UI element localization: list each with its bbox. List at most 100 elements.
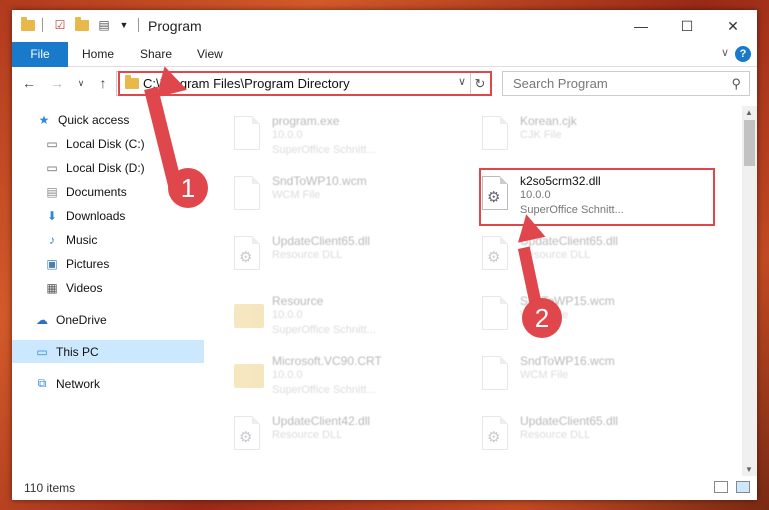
dll-icon: ⚙ xyxy=(482,416,510,452)
star-icon: ★ xyxy=(38,112,50,127)
explorer-window: ☑ ▤ ▼ Program — ☐ ✕ File Home Share View… xyxy=(12,10,757,500)
file-company: SuperOffice Schnitt... xyxy=(272,384,376,396)
search-input[interactable]: Search Program ⚲ xyxy=(502,71,750,96)
download-icon: ⬇ xyxy=(46,208,58,223)
file-type: WCM File xyxy=(520,369,569,381)
sidebar-item-label: Videos xyxy=(66,280,103,295)
tab-home[interactable]: Home xyxy=(68,42,128,66)
list-item[interactable]: Korean.cjk CJK File xyxy=(460,110,700,162)
sidebar-item-label: Quick access xyxy=(58,112,130,127)
list-item[interactable]: Resource 10.0.0 SuperOffice Schnitt... xyxy=(212,290,452,342)
details-view-icon[interactable] xyxy=(714,481,728,493)
sidebar-item-network[interactable]: ⧉ Network xyxy=(12,372,226,395)
divider xyxy=(138,18,139,32)
file-name: SndToWP16.wcm xyxy=(520,354,615,368)
folder-icon xyxy=(234,296,264,332)
scroll-down-icon[interactable]: ▼ xyxy=(745,465,753,474)
sidebar-item-label: Music xyxy=(66,232,98,247)
dll-icon: ⚙ xyxy=(234,416,262,452)
list-item[interactable]: ⚙ UpdateClient65.dll Resource DLL xyxy=(212,230,452,282)
file-icon xyxy=(482,356,510,392)
file-type: WCM File xyxy=(272,189,321,201)
new-folder-icon[interactable] xyxy=(74,16,90,33)
file-type: Resource DLL xyxy=(272,249,343,261)
minimize-button[interactable]: — xyxy=(618,10,664,42)
gear-icon: ⚙ xyxy=(239,429,253,446)
computer-icon: ▭ xyxy=(36,344,48,359)
sidebar-item-music[interactable]: ♪ Music 📌 xyxy=(12,228,236,251)
forward-button[interactable]: → xyxy=(48,74,66,92)
gear-icon: ⚙ xyxy=(487,429,501,446)
file-name: Microsoft.VC90.CRT xyxy=(272,354,382,368)
list-item[interactable]: SndToWP15.wcm WCM File xyxy=(460,290,700,342)
recent-dropdown-button[interactable]: ∨ xyxy=(72,74,90,92)
list-item[interactable]: SndToWP10.wcm WCM File xyxy=(212,170,452,222)
properties-icon[interactable]: ☑ xyxy=(52,17,68,33)
list-item[interactable]: ⚙ UpdateClient65.dll Resource DLL xyxy=(460,230,700,282)
folder-icon xyxy=(234,356,264,392)
up-button[interactable]: ↑ xyxy=(94,74,112,92)
file-list: program.exe 10.0.0 SuperOffice Schnitt..… xyxy=(212,106,737,476)
file-type: Resource DLL xyxy=(272,429,343,441)
sidebar-item-pictures[interactable]: ▣ Pictures 📌 xyxy=(12,252,236,275)
vertical-scrollbar[interactable]: ▲ ▼ xyxy=(742,106,757,476)
file-name: UpdateClient42.dll xyxy=(272,414,371,428)
file-version: 10.0.0 xyxy=(272,129,303,141)
drive-icon: ▭ xyxy=(46,136,58,151)
dll-icon: ⚙ xyxy=(234,236,262,272)
list-item[interactable]: ⚙ UpdateClient42.dll Resource DLL xyxy=(212,410,452,462)
tab-view[interactable]: View xyxy=(183,42,237,66)
file-version: 10.0.0 xyxy=(272,369,303,381)
file-name: SndToWP10.wcm xyxy=(272,174,367,188)
list-item[interactable]: SndToWP16.wcm WCM File xyxy=(460,350,700,402)
scrollbar-thumb[interactable] xyxy=(744,120,755,166)
file-name: UpdateClient65.dll xyxy=(272,234,371,248)
ribbon: File Home Share View ∨ ? xyxy=(12,42,757,94)
chevron-down-icon[interactable]: ▼ xyxy=(116,17,132,33)
music-icon: ♪ xyxy=(49,232,55,247)
close-button[interactable]: ✕ xyxy=(710,10,756,42)
file-icon xyxy=(234,176,262,212)
dll-icon: ⚙ xyxy=(482,236,510,272)
file-version: 10.0.0 xyxy=(272,309,303,321)
sidebar-item-quick-access[interactable]: ★ Quick access xyxy=(12,108,228,131)
drive-icon: ▭ xyxy=(46,160,58,175)
chevron-down-icon[interactable]: ∨ xyxy=(721,46,729,59)
back-button[interactable]: ← xyxy=(20,74,38,92)
list-item[interactable]: program.exe 10.0.0 SuperOffice Schnitt..… xyxy=(212,110,452,162)
list-item[interactable]: Microsoft.VC90.CRT 10.0.0 SuperOffice Sc… xyxy=(212,350,452,402)
search-icon[interactable]: ⚲ xyxy=(731,76,741,92)
network-icon: ⧉ xyxy=(37,376,47,390)
file-icon xyxy=(482,116,510,152)
file-type: CJK File xyxy=(520,129,562,141)
large-icons-view-icon[interactable] xyxy=(736,481,750,493)
search-placeholder: Search Program xyxy=(513,76,608,91)
cloud-icon: ☁ xyxy=(36,312,48,327)
documents-icon: ▤ xyxy=(46,184,58,199)
folder-icon xyxy=(20,16,36,33)
maximize-button[interactable]: ☐ xyxy=(664,10,710,42)
item-count: 110 items xyxy=(24,481,76,495)
sidebar-item-this-pc[interactable]: ▭ This PC xyxy=(12,340,204,363)
title-bar: ☑ ▤ ▼ Program — ☐ ✕ xyxy=(12,10,757,42)
sidebar-item-label: OneDrive xyxy=(56,312,107,327)
gear-icon: ⚙ xyxy=(239,249,253,266)
exe-icon xyxy=(234,116,262,152)
step-badge-2: 2 xyxy=(522,298,562,338)
help-button[interactable]: ? xyxy=(735,46,751,62)
customize-icon[interactable]: ▤ xyxy=(96,17,112,33)
scroll-up-icon[interactable]: ▲ xyxy=(745,108,753,117)
sidebar-item-onedrive[interactable]: ☁ OneDrive xyxy=(12,308,226,331)
videos-icon: ▦ xyxy=(46,280,58,295)
gear-icon: ⚙ xyxy=(487,249,501,266)
divider xyxy=(42,18,43,32)
status-bar: 110 items xyxy=(12,476,757,500)
file-icon xyxy=(482,296,510,332)
window-title: Program xyxy=(148,18,202,34)
file-type: Resource DLL xyxy=(520,429,591,441)
sidebar-item-local-disk-c[interactable]: ▭ Local Disk (C:) 📌 xyxy=(12,132,236,155)
list-item[interactable]: ⚙ UpdateClient65.dll Resource DLL xyxy=(460,410,700,462)
sidebar-item-videos[interactable]: ▦ Videos 📌 xyxy=(12,276,236,299)
file-name: Resource xyxy=(272,294,324,308)
sidebar-item-downloads[interactable]: ⬇ Downloads 📌 xyxy=(12,204,236,227)
